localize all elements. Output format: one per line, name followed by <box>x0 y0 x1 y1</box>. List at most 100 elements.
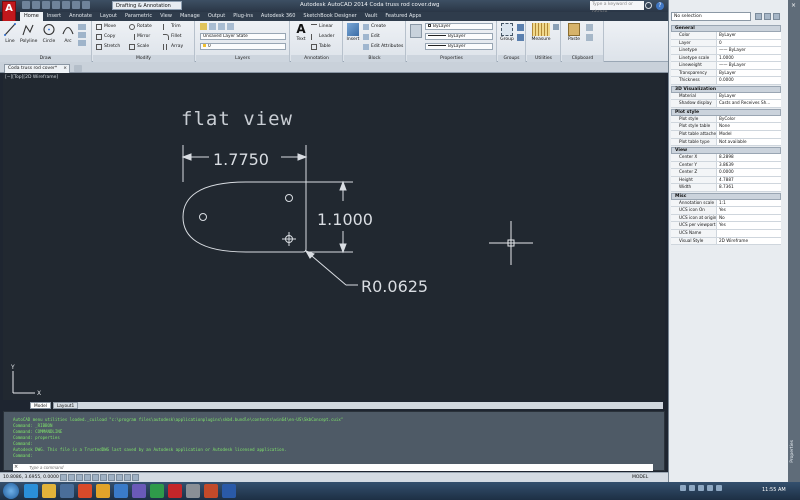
edit-block-button[interactable]: Edit <box>363 33 380 41</box>
save-as-icon[interactable] <box>52 1 60 9</box>
horizontal-scrollbar[interactable] <box>78 402 663 409</box>
rectangle-icon[interactable] <box>78 24 86 30</box>
measure-button[interactable]: Measure <box>530 23 552 42</box>
ribbon-tab-manage[interactable]: Manage <box>176 12 204 21</box>
stretch-button[interactable]: Stretch <box>96 43 120 51</box>
property-row[interactable]: Linetype —— ByLayer <box>671 47 781 55</box>
powerpoint-icon[interactable] <box>204 484 218 498</box>
copy-clip-icon[interactable] <box>586 34 593 41</box>
array-button[interactable]: Array <box>163 43 183 51</box>
property-row[interactable]: Layer 0 <box>671 39 781 48</box>
outlook-icon[interactable] <box>114 484 128 498</box>
property-row[interactable]: Center Y 3.8639 <box>671 161 781 170</box>
table-button[interactable]: Table <box>311 43 331 51</box>
property-row[interactable]: Plot style table None <box>671 123 781 132</box>
property-row[interactable]: Plot style ByColor <box>671 115 781 124</box>
property-value[interactable]: 0 <box>717 39 781 47</box>
property-row[interactable]: Color ByLayer <box>671 32 781 40</box>
mirror-button[interactable]: Mirror <box>129 33 150 41</box>
document-tab[interactable]: Coda truss rod cover* × <box>4 64 70 73</box>
chrome-icon[interactable] <box>96 484 110 498</box>
palette-close-icon[interactable]: × <box>791 3 797 9</box>
property-value[interactable]: Casts and Receives Sh... <box>717 100 781 107</box>
ribbon-tab-insert[interactable]: Insert <box>43 12 65 21</box>
ribbon-tab-vault[interactable]: Vault <box>361 12 382 21</box>
osnap-icon[interactable] <box>92 474 99 481</box>
clipboard-panel-title[interactable]: Clipboard <box>562 55 603 62</box>
word-icon[interactable] <box>222 484 236 498</box>
app-icon[interactable] <box>186 484 200 498</box>
property-row[interactable]: Center Z 0.0000 <box>671 169 781 177</box>
tray-app-icon[interactable] <box>716 485 722 491</box>
transparency-toggle-icon[interactable] <box>132 474 139 481</box>
ducs-icon[interactable] <box>108 474 115 481</box>
property-value[interactable]: ByLayer <box>717 92 781 100</box>
property-value[interactable]: ByLayer <box>717 69 781 77</box>
property-value[interactable]: —— ByLayer <box>717 62 781 69</box>
block-panel-title[interactable]: Block <box>344 55 405 62</box>
redo-icon[interactable] <box>82 1 90 9</box>
application-menu-button[interactable]: A <box>2 1 16 23</box>
property-value[interactable]: 1.0000 <box>717 54 781 62</box>
property-value[interactable]: None <box>717 123 781 131</box>
layer-freeze-icon[interactable] <box>209 23 216 30</box>
drawing-canvas[interactable]: [−][Top][2D Wireframe] flat view 1.7750 … <box>3 73 665 400</box>
undo-icon[interactable] <box>72 1 80 9</box>
annotation-panel-title[interactable]: Annotation <box>291 55 342 62</box>
new-icon[interactable] <box>22 1 30 9</box>
property-value[interactable]: 3.8639 <box>717 161 781 169</box>
ribbon-tab-sketchbook-designer[interactable]: SketchBook Designer <box>299 12 360 21</box>
layer-state-select[interactable]: Unsaved Layer State <box>200 33 286 40</box>
layout-tab-model[interactable]: Model <box>30 402 51 409</box>
move-button[interactable]: Move <box>96 23 116 31</box>
start-button[interactable] <box>3 483 19 499</box>
property-row[interactable]: UCS per viewport Yes <box>671 222 781 231</box>
current-layer-select[interactable]: 0 <box>200 43 286 50</box>
workspace-select[interactable]: Drafting & Annotation <box>112 1 182 10</box>
property-value[interactable]: 1:1 <box>717 199 781 207</box>
property-row[interactable]: Lineweight —— ByLayer <box>671 62 781 70</box>
ribbon-tab-featured-apps[interactable]: Featured Apps <box>381 12 425 21</box>
ortho-icon[interactable] <box>76 474 83 481</box>
plot-icon[interactable] <box>62 1 70 9</box>
groups-panel-title[interactable]: Groups <box>498 55 525 62</box>
properties-panel-title[interactable]: Properties <box>407 55 496 62</box>
layout-tab-layout1[interactable]: Layout1 <box>52 402 79 409</box>
rotate-button[interactable]: Rotate <box>129 23 152 31</box>
search-icon[interactable] <box>645 2 652 9</box>
property-value[interactable]: ByLayer <box>717 32 781 39</box>
command-close-icon[interactable]: × <box>14 464 20 470</box>
media-icon[interactable] <box>60 484 74 498</box>
trim-button[interactable]: Trim <box>163 23 181 31</box>
create-block-button[interactable]: Create <box>363 23 386 31</box>
ribbon-tab-layout[interactable]: Layout <box>96 12 121 21</box>
draw-panel-title[interactable]: Draw <box>0 55 91 62</box>
linetype-select[interactable]: ByLayer <box>425 33 493 40</box>
property-row[interactable]: Annotation scale 1:1 <box>671 199 781 208</box>
grid-icon[interactable] <box>68 474 75 481</box>
toggle-pickadd-icon[interactable] <box>755 13 762 20</box>
quick-select-icon[interactable] <box>773 13 780 20</box>
quick-calc-icon[interactable] <box>553 24 559 30</box>
property-row[interactable]: Height 4.7887 <box>671 176 781 185</box>
text-button[interactable]: A Text <box>293 23 309 43</box>
layer-lock-icon[interactable] <box>218 23 225 30</box>
ie-icon[interactable] <box>24 484 38 498</box>
property-row[interactable]: Transparency ByLayer <box>671 69 781 78</box>
insert-button[interactable]: Insert <box>345 23 361 42</box>
save-icon[interactable] <box>42 1 50 9</box>
firefox-icon[interactable] <box>78 484 92 498</box>
ribbon-tab-view[interactable]: View <box>156 12 176 21</box>
ribbon-tab-autodesk-360[interactable]: Autodesk 360 <box>257 12 300 21</box>
otrack-icon[interactable] <box>100 474 107 481</box>
model-space-button[interactable]: MODEL <box>632 475 648 480</box>
scale-button[interactable]: Scale <box>129 43 149 51</box>
property-value[interactable]: —— ByLayer <box>717 47 781 54</box>
polar-icon[interactable] <box>84 474 91 481</box>
property-row[interactable]: Linetype scale 1.0000 <box>671 54 781 63</box>
property-row[interactable]: Plot table attache... Model <box>671 131 781 139</box>
property-row[interactable]: Shadow display Casts and Receives Sh... <box>671 100 781 108</box>
property-section-view[interactable]: View <box>671 147 781 155</box>
property-value[interactable]: 0.0000 <box>717 169 781 176</box>
property-value[interactable]: Model <box>717 131 781 138</box>
